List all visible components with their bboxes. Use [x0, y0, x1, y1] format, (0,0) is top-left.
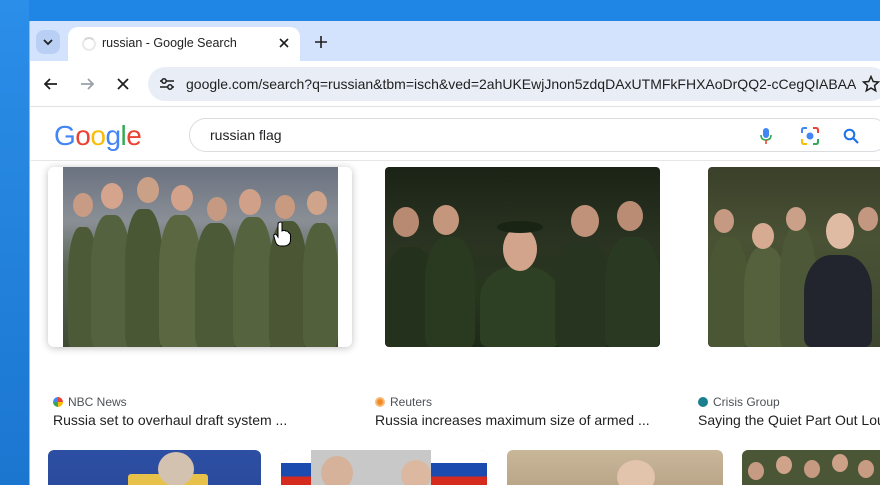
person-head [617, 460, 655, 485]
tune-icon [160, 78, 174, 90]
result-source-name: Reuters [390, 395, 433, 409]
microphone-icon [760, 128, 772, 144]
google-logo[interactable]: Google [54, 120, 142, 152]
url-text[interactable]: google.com/search?q=russian&tbm=isch&ved… [186, 76, 856, 92]
russian-flag [431, 450, 487, 485]
image-thumbnail[interactable] [708, 167, 880, 347]
image-thumbnail[interactable] [742, 450, 880, 485]
result-source-name: NBC News [68, 395, 127, 409]
russian-flag [281, 450, 311, 485]
stop-loading-button[interactable] [111, 72, 135, 96]
result-source-name: Crisis Group [713, 395, 780, 409]
reuters-logo-icon [375, 397, 385, 407]
image-results-grid: NBC News Russia set to overhaul draft sy… [30, 161, 880, 485]
browser-toolbar: google.com/search?q=russian&tbm=isch&ved… [30, 61, 880, 107]
nbc-peacock-icon [53, 397, 63, 407]
hand-cursor-icon [273, 221, 291, 247]
forward-button[interactable] [75, 72, 99, 96]
image-thumbnail[interactable] [48, 167, 352, 347]
close-icon [117, 78, 129, 90]
person-head [321, 456, 353, 485]
voice-search-button[interactable] [756, 126, 776, 146]
back-button[interactable] [39, 72, 63, 96]
person-head [748, 462, 764, 480]
soldiers-photo [708, 167, 880, 347]
soldiers-photo [63, 167, 338, 347]
forward-arrow-icon [81, 78, 95, 90]
result-source[interactable]: Crisis Group [698, 395, 780, 409]
result-caption[interactable]: Russia set to overhaul draft system ... [53, 412, 287, 428]
address-bar[interactable]: google.com/search?q=russian&tbm=isch&ved… [148, 67, 880, 101]
google-header: Google russian flag [30, 108, 880, 160]
result-caption[interactable]: Saying the Quiet Part Out Lou [698, 412, 880, 428]
tab-active[interactable]: russian - Google Search [68, 27, 300, 61]
tab-strip: russian - Google Search [30, 21, 880, 61]
chevron-down-icon [43, 39, 53, 46]
person-head [401, 460, 431, 485]
camera-lens-icon [801, 127, 819, 145]
star-icon[interactable] [862, 75, 880, 93]
search-button[interactable] [841, 126, 861, 146]
image-search-button[interactable] [800, 126, 820, 146]
search-icon [843, 128, 859, 144]
tab-title: russian - Google Search [102, 36, 237, 50]
image-thumbnail[interactable] [385, 167, 660, 347]
person-head [832, 454, 848, 472]
image-thumbnail[interactable] [281, 450, 487, 485]
loading-spinner-icon [82, 37, 96, 51]
result-caption[interactable]: Russia increases maximum size of armed .… [375, 412, 650, 428]
search-input[interactable]: russian flag [210, 127, 282, 143]
back-arrow-icon [43, 78, 57, 90]
image-thumbnail[interactable] [507, 450, 723, 485]
person-head [776, 456, 792, 474]
result-source[interactable]: NBC News [53, 395, 127, 409]
image-thumbnail[interactable] [48, 450, 261, 485]
person-head [858, 460, 874, 478]
search-box[interactable]: russian flag [189, 118, 880, 152]
plus-icon [315, 36, 327, 48]
result-source[interactable]: Reuters [375, 395, 432, 409]
new-tab-button[interactable] [310, 31, 332, 53]
person-head [804, 460, 820, 478]
person-head [158, 452, 194, 485]
tab-search-button[interactable] [36, 30, 60, 54]
browser-window: russian - Google Search google.com/searc… [29, 21, 880, 485]
close-icon [279, 38, 289, 48]
soldiers-photo [385, 167, 660, 347]
desktop-background [0, 0, 880, 21]
site-info-button[interactable] [156, 74, 178, 94]
desktop-background-left [0, 0, 29, 485]
crisis-group-logo-icon [698, 397, 708, 407]
tab-close-button[interactable] [276, 35, 292, 51]
